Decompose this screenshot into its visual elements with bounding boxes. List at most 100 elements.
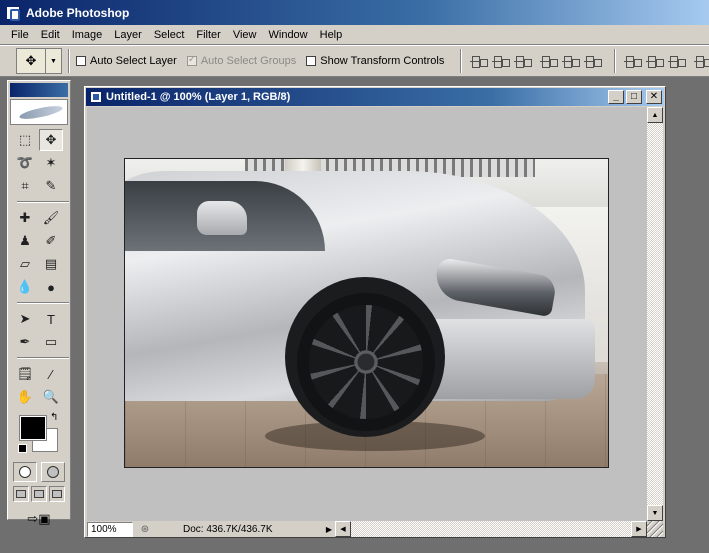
minimize-icon[interactable]: _ bbox=[608, 90, 624, 104]
toolbox-titlebar[interactable] bbox=[10, 83, 68, 97]
distribute-top-edges-icon[interactable] bbox=[623, 51, 643, 71]
vertical-scrollbar[interactable]: ▲ ▼ bbox=[647, 107, 663, 521]
tool-preset-picker[interactable]: ✥ ▼ bbox=[16, 48, 62, 74]
status-bar: 100% ⊛ Doc: 436.7K/436.7K ▶ ◀ ▶ bbox=[87, 521, 647, 537]
distribute-buttons-vertical bbox=[622, 51, 688, 71]
chevron-down-icon[interactable]: ▼ bbox=[45, 49, 61, 73]
close-icon[interactable]: ✕ bbox=[646, 90, 662, 104]
full-screen-mode-button[interactable] bbox=[49, 486, 65, 502]
divider bbox=[17, 302, 69, 304]
photo-car-mirror bbox=[197, 201, 247, 235]
screen-mode-icon bbox=[34, 490, 44, 498]
eyedropper-tool-icon[interactable]: ⁄ bbox=[39, 363, 63, 385]
shape-tool-icon[interactable]: ▭ bbox=[39, 331, 63, 353]
hand-tool-icon[interactable]: ✋ bbox=[13, 386, 37, 408]
gradient-tool-icon[interactable]: ▤ bbox=[39, 253, 63, 275]
tools-grid: ⬚ ✥ ➰ ✶ ⌗ ✎ ✚ 🖌 ♟ ✐ ▱ ▤ 💧 ● ➤ T ✒ ▭ 🗒 ⁄ … bbox=[8, 129, 70, 408]
notes-tool-icon[interactable]: 🗒 bbox=[13, 363, 37, 385]
feather-logo-icon[interactable] bbox=[10, 99, 68, 125]
divider bbox=[17, 357, 69, 359]
document-titlebar[interactable]: Untitled-1 @ 100% (Layer 1, RGB/8) _ □ ✕ bbox=[86, 88, 664, 106]
zoom-level-field[interactable]: 100% bbox=[87, 521, 133, 537]
resize-grip[interactable] bbox=[647, 521, 663, 537]
checkbox-box[interactable] bbox=[76, 56, 86, 66]
zoom-icon: ⊛ bbox=[140, 523, 150, 535]
mask-mode-row bbox=[8, 462, 70, 482]
auto-select-layer-label: Auto Select Layer bbox=[90, 55, 177, 67]
distribute-vertical-centers-icon[interactable] bbox=[645, 51, 665, 71]
default-colors-icon[interactable] bbox=[18, 444, 27, 453]
align-top-edges-icon[interactable] bbox=[469, 51, 489, 71]
menu-layer[interactable]: Layer bbox=[109, 29, 149, 41]
zoom-tool-icon[interactable]: 🔍 bbox=[39, 386, 63, 408]
history-brush-tool-icon[interactable]: ✐ bbox=[39, 230, 63, 252]
magic-wand-tool-icon[interactable]: ✶ bbox=[39, 152, 63, 174]
scroll-up-icon[interactable]: ▲ bbox=[647, 107, 663, 123]
window-controls: _ □ ✕ bbox=[608, 90, 662, 104]
align-buttons-horizontal bbox=[538, 51, 604, 71]
document-icon bbox=[90, 91, 102, 103]
pen-tool-icon[interactable]: ✒ bbox=[13, 331, 37, 353]
toolbox-panel: ⬚ ✥ ➰ ✶ ⌗ ✎ ✚ 🖌 ♟ ✐ ▱ ▤ 💧 ● ➤ T ✒ ▭ 🗒 ⁄ … bbox=[7, 80, 71, 526]
marquee-tool-icon[interactable]: ⬚ bbox=[13, 129, 37, 151]
clone-stamp-tool-icon[interactable]: ♟ bbox=[13, 230, 37, 252]
document-title: Untitled-1 @ 100% (Layer 1, RGB/8) bbox=[106, 91, 291, 103]
show-transform-controls-checkbox[interactable]: Show Transform Controls bbox=[306, 55, 444, 67]
menu-image[interactable]: Image bbox=[67, 29, 110, 41]
checkbox-box bbox=[186, 54, 197, 66]
align-horizontal-centers-icon[interactable] bbox=[561, 51, 581, 71]
auto-select-layer-checkbox[interactable]: Auto Select Layer bbox=[76, 55, 177, 67]
divider bbox=[68, 49, 70, 73]
menu-file[interactable]: File bbox=[6, 29, 36, 41]
maximize-icon[interactable]: □ bbox=[626, 90, 642, 104]
healing-brush-tool-icon[interactable]: ✚ bbox=[13, 207, 37, 229]
screen-mode-icon bbox=[52, 490, 62, 498]
lasso-tool-icon[interactable]: ➰ bbox=[13, 152, 37, 174]
move-tool-icon[interactable]: ✥ bbox=[39, 129, 63, 151]
auto-select-groups-label: Auto Select Groups bbox=[200, 55, 297, 67]
scroll-left-icon[interactable]: ◀ bbox=[335, 521, 351, 537]
quick-mask-mode-button[interactable] bbox=[41, 462, 65, 482]
menu-help[interactable]: Help bbox=[315, 29, 350, 41]
path-selection-tool-icon[interactable]: ➤ bbox=[13, 308, 37, 330]
checkbox-box[interactable] bbox=[306, 56, 317, 66]
menubar: File Edit Image Layer Select Filter View… bbox=[0, 25, 709, 45]
distribute-buttons-horizontal bbox=[692, 51, 709, 71]
dodge-tool-icon[interactable]: ● bbox=[39, 276, 63, 298]
jump-to-imageready-row: ⇨▣ bbox=[8, 508, 70, 530]
align-right-edges-icon[interactable] bbox=[583, 51, 603, 71]
swap-colors-icon[interactable]: ↰ bbox=[50, 412, 58, 423]
distribute-left-edges-icon[interactable] bbox=[693, 51, 709, 71]
menu-window[interactable]: Window bbox=[264, 29, 315, 41]
full-screen-menubar-mode-button[interactable] bbox=[31, 486, 47, 502]
crop-tool-icon[interactable]: ⌗ bbox=[13, 175, 37, 197]
photo-car-wheel bbox=[297, 293, 435, 431]
horizontal-scrollbar[interactable]: ◀ ▶ bbox=[335, 521, 647, 537]
eraser-tool-icon[interactable]: ▱ bbox=[13, 253, 37, 275]
distribute-bottom-edges-icon[interactable] bbox=[667, 51, 687, 71]
foreground-color-swatch[interactable] bbox=[19, 415, 47, 441]
brush-tool-icon[interactable]: 🖌 bbox=[39, 207, 63, 229]
menu-view[interactable]: View bbox=[228, 29, 264, 41]
info-menu-arrow-icon[interactable]: ▶ bbox=[323, 522, 335, 537]
align-bottom-edges-icon[interactable] bbox=[513, 51, 533, 71]
menu-select[interactable]: Select bbox=[149, 29, 192, 41]
scroll-down-icon[interactable]: ▼ bbox=[647, 505, 663, 521]
slice-tool-icon[interactable]: ✎ bbox=[39, 175, 63, 197]
app-title: Adobe Photoshop bbox=[26, 5, 130, 20]
menu-filter[interactable]: Filter bbox=[191, 29, 227, 41]
standard-screen-mode-button[interactable] bbox=[13, 486, 29, 502]
align-left-edges-icon[interactable] bbox=[539, 51, 559, 71]
auto-select-groups-checkbox: Auto Select Groups bbox=[186, 54, 297, 67]
blur-tool-icon[interactable]: 💧 bbox=[13, 276, 37, 298]
type-tool-icon[interactable]: T bbox=[39, 308, 63, 330]
scroll-right-icon[interactable]: ▶ bbox=[631, 521, 647, 537]
color-swatches: ↰ bbox=[18, 412, 70, 458]
move-tool-icon: ✥ bbox=[25, 53, 37, 68]
standard-mode-button[interactable] bbox=[13, 462, 37, 482]
photo-layer-car bbox=[124, 158, 609, 468]
jump-to-imageready-icon[interactable]: ⇨▣ bbox=[19, 508, 59, 530]
menu-edit[interactable]: Edit bbox=[36, 29, 67, 41]
divider bbox=[614, 49, 617, 73]
align-vertical-centers-icon[interactable] bbox=[491, 51, 511, 71]
